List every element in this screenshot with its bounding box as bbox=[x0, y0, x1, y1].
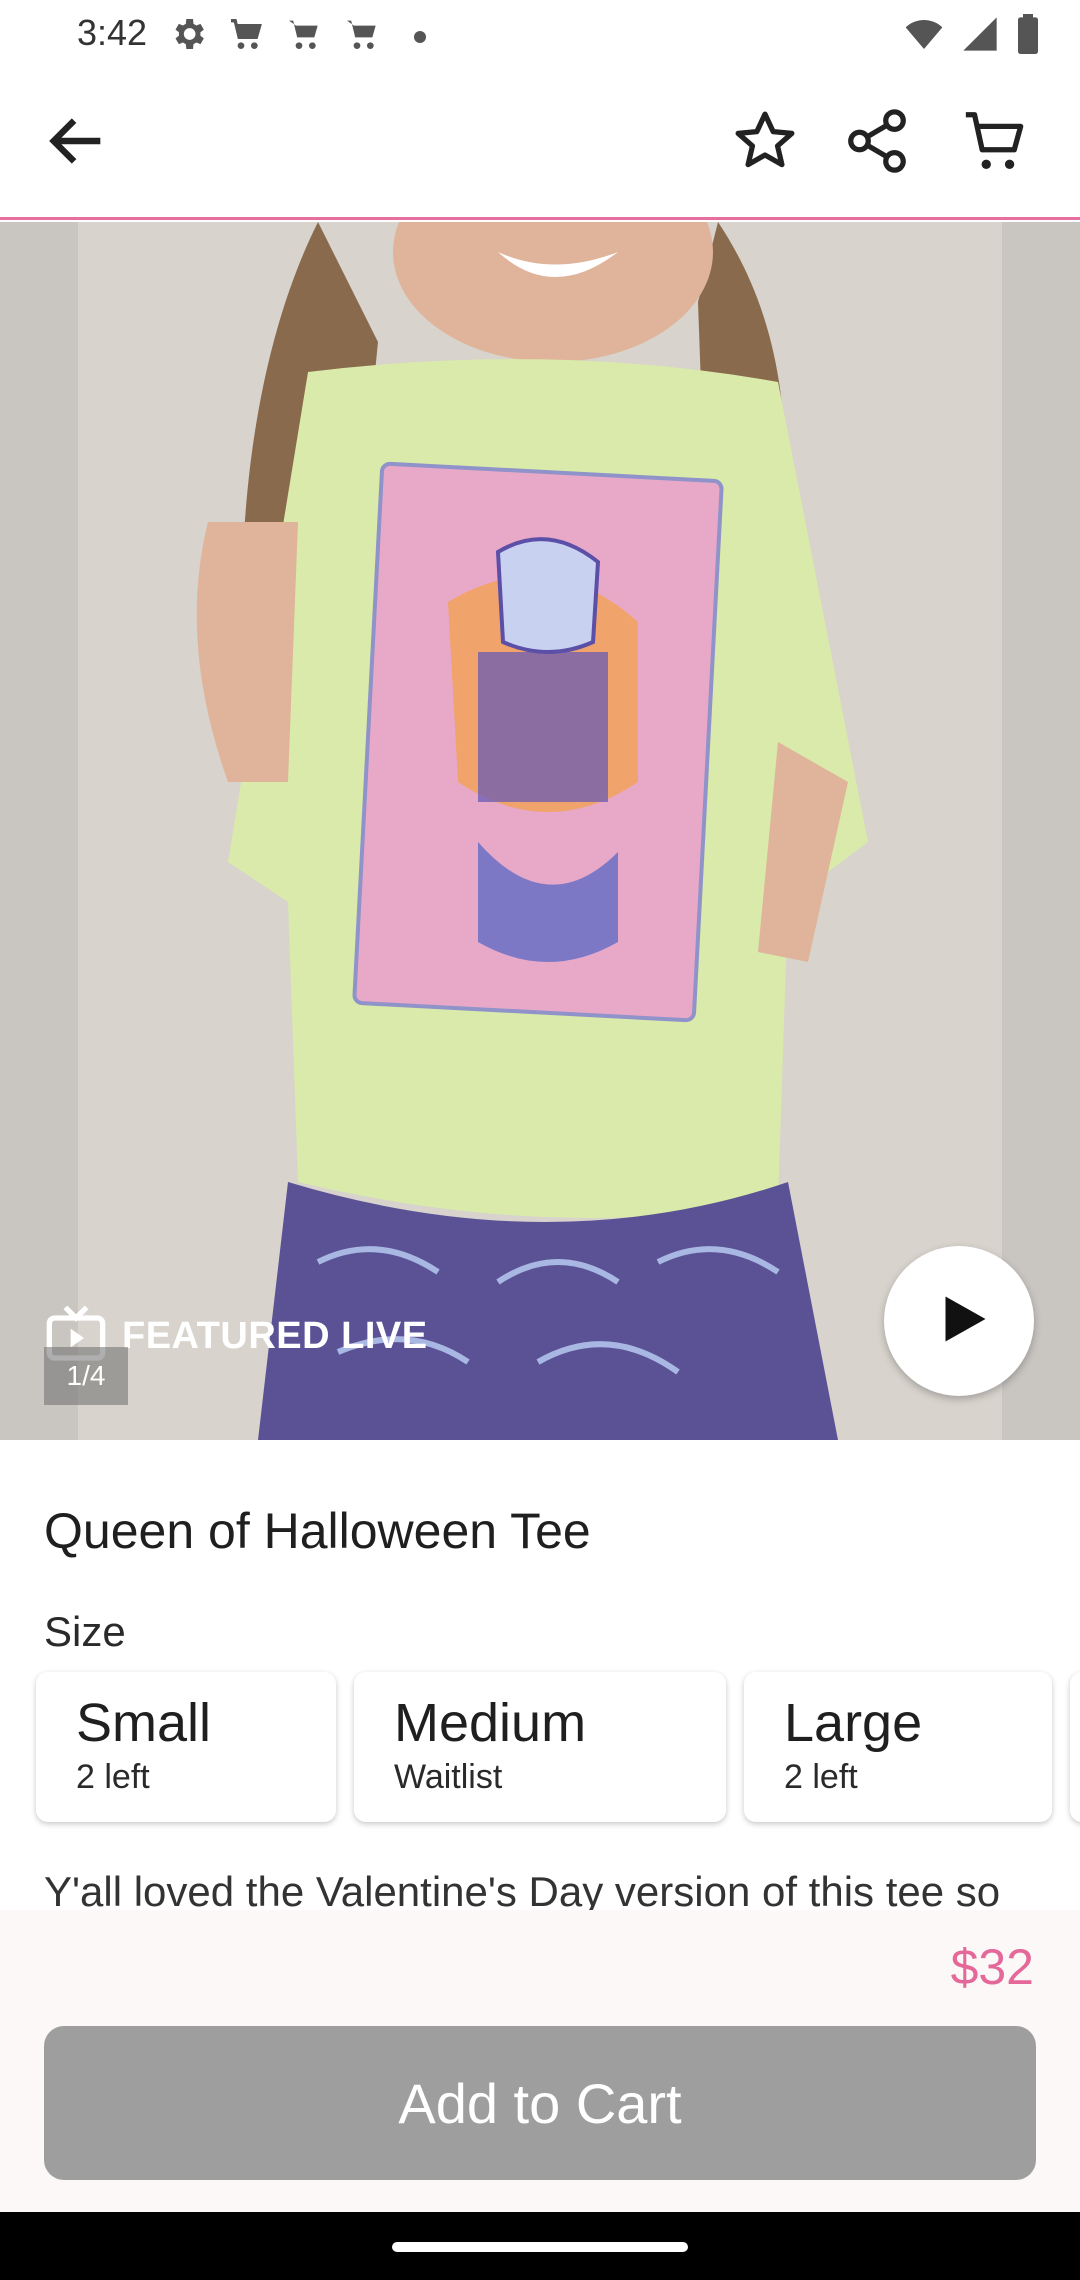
size-stock: Waitlist bbox=[394, 1758, 503, 1796]
size-options: Small 2 left Medium Waitlist Large 2 lef… bbox=[36, 1672, 1080, 1822]
back-button[interactable] bbox=[32, 98, 122, 188]
play-video-button[interactable] bbox=[884, 1246, 1034, 1396]
product-details-sheet: Queen of Halloween Tee Size Small 2 left… bbox=[0, 1440, 1080, 1910]
share-icon bbox=[842, 106, 912, 181]
size-option-large[interactable]: Large 2 left bbox=[744, 1672, 1052, 1822]
product-title: Queen of Halloween Tee bbox=[44, 1503, 591, 1559]
dot-icon bbox=[414, 30, 426, 43]
size-name: Small bbox=[76, 1693, 212, 1753]
size-option-small[interactable]: Small 2 left bbox=[36, 1672, 336, 1822]
home-gesture-handle[interactable] bbox=[392, 2242, 688, 2252]
cart-icon bbox=[226, 14, 266, 59]
gear-icon bbox=[168, 14, 208, 59]
cart-icon bbox=[342, 14, 382, 59]
size-stock: 2 left bbox=[76, 1758, 150, 1796]
image-page-counter: 1/4 bbox=[44, 1347, 128, 1405]
purchase-bar: $32 Add to Cart bbox=[0, 1910, 1080, 2212]
status-bar: 3:42 bbox=[0, 0, 1080, 68]
size-option-more[interactable] bbox=[1070, 1672, 1080, 1822]
product-photo bbox=[78, 222, 1002, 1440]
status-system-icons bbox=[904, 14, 1040, 59]
share-button[interactable] bbox=[832, 98, 922, 188]
size-label: Size bbox=[44, 1608, 126, 1655]
signal-icon bbox=[960, 14, 1000, 59]
star-outline-icon bbox=[730, 106, 800, 181]
top-app-bar bbox=[0, 68, 1080, 220]
status-time: 3:42 bbox=[77, 12, 148, 53]
size-name: Large bbox=[784, 1693, 923, 1753]
add-to-cart-button[interactable]: Add to Cart bbox=[44, 2026, 1036, 2180]
cart-icon bbox=[284, 14, 324, 59]
battery-icon bbox=[1016, 14, 1040, 59]
cart-button[interactable] bbox=[950, 98, 1040, 188]
size-stock: 2 left bbox=[784, 1758, 858, 1796]
wifi-icon bbox=[904, 14, 944, 59]
status-notification-icons bbox=[168, 14, 426, 59]
back-arrow-icon bbox=[42, 106, 112, 181]
featured-live-label: FEATURED LIVE bbox=[122, 1315, 428, 1357]
system-nav-bar bbox=[0, 2212, 1080, 2280]
product-media-carousel[interactable]: FEATURED LIVE 1/4 bbox=[0, 222, 1080, 1440]
favorite-button[interactable] bbox=[720, 98, 810, 188]
product-description: Y'all loved the Valentine's Day version … bbox=[44, 1868, 1001, 1910]
product-price: $32 bbox=[950, 1939, 1034, 1995]
cart-icon bbox=[960, 106, 1030, 181]
size-option-medium[interactable]: Medium Waitlist bbox=[354, 1672, 726, 1822]
size-name: Medium bbox=[394, 1693, 587, 1753]
play-icon bbox=[925, 1289, 993, 1354]
